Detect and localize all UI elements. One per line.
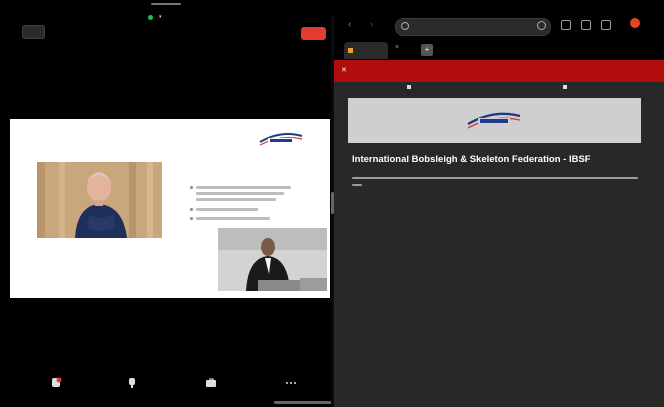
- slide-text-line: [196, 198, 276, 201]
- mic-muted-icon: [52, 377, 62, 387]
- profile-avatar-icon[interactable]: [630, 18, 640, 28]
- subnav-item-2[interactable]: [563, 85, 570, 89]
- slide-bullet: [190, 208, 193, 211]
- favicon-icon: [348, 48, 353, 53]
- multitask-handle[interactable]: [151, 3, 181, 5]
- slide-bullet: [190, 186, 193, 189]
- slide-text-line: [196, 217, 270, 220]
- back-icon[interactable]: ‹: [348, 19, 351, 30]
- chevron-down-icon: ▾: [159, 14, 162, 20]
- mute-button[interactable]: [41, 377, 71, 392]
- new-tab-button[interactable]: +: [421, 44, 433, 56]
- more-icon: [286, 382, 296, 384]
- slide-text-line: [196, 192, 284, 195]
- video-button[interactable]: [117, 377, 147, 392]
- subnav-item-1[interactable]: [407, 85, 414, 89]
- slide-video-thumbnail: [218, 228, 327, 291]
- meeting-title[interactable]: ▾: [148, 11, 162, 23]
- speaker-portrait: [37, 162, 162, 238]
- address-bar[interactable]: [395, 18, 551, 36]
- site-header: [334, 60, 664, 82]
- site-subnav: [334, 82, 664, 94]
- close-tab-icon[interactable]: ×: [395, 44, 399, 51]
- document-icon: [563, 85, 567, 89]
- ibsf-logo[interactable]: [466, 108, 522, 133]
- tab-active[interactable]: [344, 42, 388, 59]
- status-bar: [0, 0, 664, 16]
- reload-icon[interactable]: [537, 21, 546, 30]
- tabs-overview-icon[interactable]: [601, 20, 611, 30]
- share-button[interactable]: [196, 377, 226, 392]
- site-info-icon[interactable]: [401, 22, 409, 30]
- slide-bullet: [190, 217, 193, 220]
- shield-icon: [148, 14, 153, 20]
- slide-heading: [202, 174, 262, 180]
- home-icon: [407, 85, 411, 89]
- exit-button[interactable]: [22, 25, 45, 39]
- page-title: International Bobsleigh & Skeleton Feder…: [352, 154, 591, 165]
- slide-text-line: [196, 208, 258, 211]
- page-description-line: [352, 184, 362, 186]
- page-description-line: [352, 177, 638, 179]
- close-icon[interactable]: ✕: [341, 66, 347, 74]
- slide-text-line: [196, 186, 291, 189]
- more-button[interactable]: [276, 377, 306, 392]
- forward-icon[interactable]: ›: [370, 19, 373, 30]
- browser-actions: [561, 20, 611, 32]
- share-screen-icon: [206, 378, 216, 387]
- leave-button[interactable]: [301, 27, 326, 40]
- share-icon[interactable]: [561, 20, 571, 30]
- video-camera-icon: [129, 378, 135, 388]
- ibsf-logo: [259, 133, 303, 146]
- add-bookmark-icon[interactable]: [581, 20, 591, 30]
